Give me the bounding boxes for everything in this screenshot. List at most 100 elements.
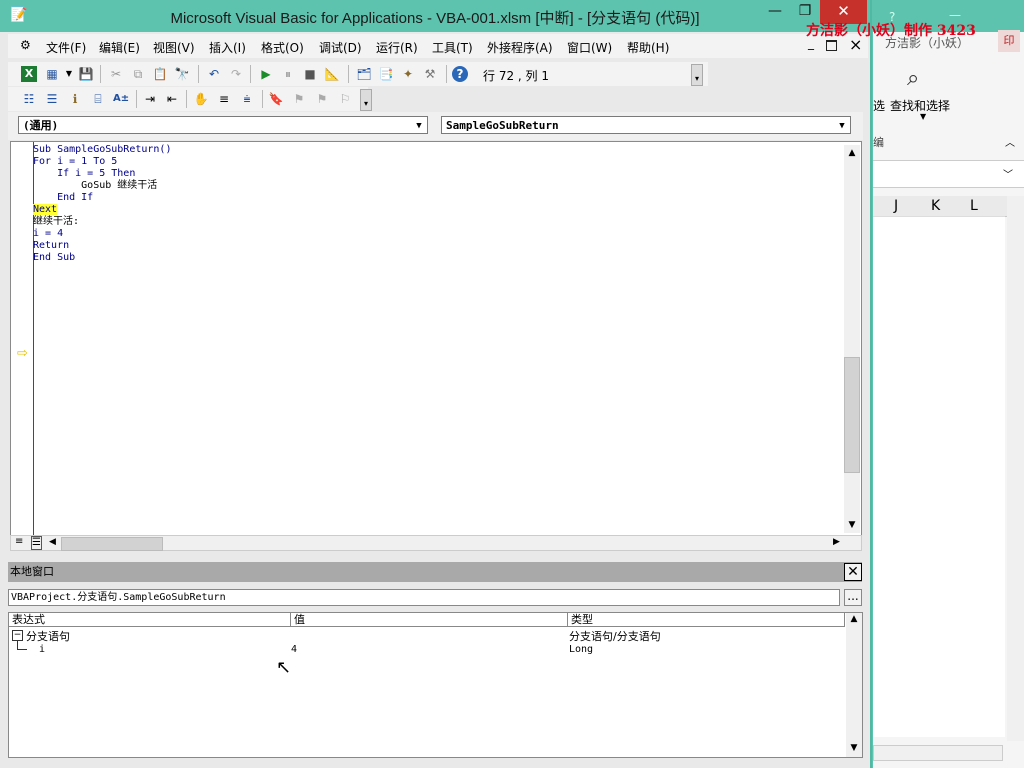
locals-row-expression[interactable]: 分支语句 xyxy=(26,628,70,644)
locals-close-button[interactable]: ✕ xyxy=(844,563,862,581)
redo-icon[interactable]: ↷ xyxy=(228,66,244,82)
previous-bookmark-icon[interactable]: ⚑ xyxy=(314,91,330,107)
paste-icon[interactable]: 📋 xyxy=(152,66,168,82)
quick-info-icon[interactable]: ℹ xyxy=(67,91,83,107)
column-j[interactable]: J xyxy=(894,198,898,214)
next-bookmark-icon[interactable]: ⚑ xyxy=(291,91,307,107)
scroll-left-arrow[interactable]: ◀ xyxy=(49,537,56,547)
excel-vertical-scrollbar[interactable] xyxy=(1007,196,1024,741)
column-header-value[interactable]: 值 xyxy=(291,613,568,627)
code-line[interactable]: GoSub 继续干活 xyxy=(33,180,171,192)
select-label-partial[interactable]: 选 xyxy=(873,97,885,114)
procedure-view-icon[interactable]: ≡ xyxy=(15,536,23,547)
locals-row-value[interactable]: 4 xyxy=(291,644,297,655)
excel-horizontal-scrollbar[interactable] xyxy=(873,745,1003,761)
menu-debug[interactable]: 调试(D) xyxy=(319,39,362,56)
user-avatar[interactable]: 印 xyxy=(998,30,1020,52)
locals-vertical-scrollbar[interactable]: ▲ ▼ xyxy=(846,613,862,757)
code-vertical-scrollbar[interactable]: ▲ ▼ xyxy=(844,145,860,533)
menu-file[interactable]: 文件(F) xyxy=(46,39,86,56)
locals-row-expression[interactable]: i xyxy=(39,644,45,655)
code-line[interactable]: If i = 5 Then xyxy=(33,168,171,180)
scroll-thumb[interactable] xyxy=(61,537,163,551)
find-icon[interactable]: 🔭 xyxy=(174,66,190,82)
toolbox-icon[interactable]: ⚒ xyxy=(422,66,438,82)
insert-userform-icon[interactable]: ▦ xyxy=(44,66,60,82)
menu-addins[interactable]: 外接程序(A) xyxy=(487,39,553,56)
help-icon[interactable]: ? xyxy=(452,66,468,82)
column-l[interactable]: L xyxy=(970,198,978,214)
window-title: Microsoft Visual Basic for Applications … xyxy=(170,10,700,27)
chevron-down-icon[interactable]: ▼ xyxy=(411,117,427,133)
uncomment-block-icon[interactable]: ⩧ xyxy=(239,91,255,107)
column-header-expression[interactable]: 表达式 xyxy=(9,613,291,627)
menu-insert[interactable]: 插入(I) xyxy=(209,39,246,56)
scroll-up-arrow[interactable]: ▲ xyxy=(846,614,862,624)
object-browser-icon[interactable]: ✦ xyxy=(400,66,416,82)
scroll-right-arrow[interactable]: ▶ xyxy=(833,537,840,547)
toolbar-overflow-handle[interactable]: ▾ xyxy=(691,64,703,86)
toolbar-overflow-handle-2[interactable]: ▾ xyxy=(360,89,372,111)
undo-icon[interactable]: ↶ xyxy=(206,66,222,82)
full-module-view-icon[interactable]: ☰ xyxy=(31,536,42,550)
call-stack-button[interactable]: ... xyxy=(844,589,862,606)
comment-block-icon[interactable]: ≡ xyxy=(216,91,232,107)
code-line[interactable]: 继续干活: xyxy=(33,216,171,228)
code-line[interactable]: Return xyxy=(33,240,171,252)
chevron-down-icon[interactable]: ▼ xyxy=(61,66,77,82)
save-icon[interactable]: 💾 xyxy=(78,66,94,82)
properties-icon[interactable]: 📑 xyxy=(378,66,394,82)
run-icon[interactable]: ▶ xyxy=(258,66,274,82)
scroll-up-arrow[interactable]: ▲ xyxy=(844,145,860,161)
code-horizontal-scrollbar[interactable]: ≡ ☰ ◀ ▶ xyxy=(10,535,862,551)
inner-restore-button[interactable] xyxy=(826,40,837,51)
column-header-type[interactable]: 类型 xyxy=(568,613,845,627)
reset-icon[interactable]: ■ xyxy=(302,66,318,82)
code-line-current[interactable]: Next xyxy=(33,204,171,216)
outdent-icon[interactable]: ⇤ xyxy=(164,91,180,107)
minimize-button[interactable]: — xyxy=(760,0,790,24)
menu-format[interactable]: 格式(O) xyxy=(261,39,304,56)
menu-help[interactable]: 帮助(H) xyxy=(627,39,669,56)
sheet-grid[interactable] xyxy=(873,216,1005,737)
object-combo[interactable]: (通用) ▼ xyxy=(18,116,428,134)
menu-edit[interactable]: 编辑(E) xyxy=(99,39,140,56)
code-line[interactable]: For i = 1 To 5 xyxy=(33,156,171,168)
column-k[interactable]: K xyxy=(931,198,940,214)
chevron-down-icon[interactable]: ﹀ xyxy=(1003,166,1013,181)
design-mode-icon[interactable]: 📐 xyxy=(324,66,340,82)
code-line[interactable]: End Sub xyxy=(33,252,171,264)
list-properties-icon[interactable]: ☷ xyxy=(21,91,37,107)
toggle-bookmark-icon[interactable]: 🔖 xyxy=(268,91,284,107)
scroll-thumb[interactable] xyxy=(844,357,860,473)
parameter-info-icon[interactable]: ⌸ xyxy=(90,91,106,107)
binoculars-icon[interactable]: ⌕ xyxy=(907,66,919,91)
menu-view[interactable]: 视图(V) xyxy=(153,39,195,56)
project-explorer-icon[interactable]: 🗂 xyxy=(356,66,372,82)
code-line[interactable]: End If xyxy=(33,192,171,204)
break-icon[interactable]: ⏸ xyxy=(280,66,296,82)
scroll-down-arrow[interactable]: ▼ xyxy=(846,743,862,753)
toggle-breakpoint-icon[interactable]: ✋ xyxy=(193,91,209,107)
excel-icon[interactable]: X xyxy=(21,66,37,82)
menu-tools[interactable]: 工具(T) xyxy=(432,39,473,56)
indent-icon[interactable]: ⇥ xyxy=(142,91,158,107)
procedure-combo[interactable]: SampleGoSubReturn ▼ xyxy=(441,116,851,134)
list-constants-icon[interactable]: ☰ xyxy=(44,91,60,107)
complete-word-icon[interactable]: A± xyxy=(113,91,129,107)
clear-bookmarks-icon[interactable]: ⚐ xyxy=(337,91,353,107)
code-line[interactable]: i = 4 xyxy=(33,228,171,240)
scroll-down-arrow[interactable]: ▼ xyxy=(844,517,860,533)
code-line[interactable]: Sub SampleGoSubReturn() xyxy=(33,144,171,156)
cut-icon[interactable]: ✂ xyxy=(108,66,124,82)
code-editor[interactable]: Sub SampleGoSubReturn() For i = 1 To 5 If… xyxy=(33,144,171,264)
chevron-down-icon[interactable]: ▼ xyxy=(834,117,850,133)
menu-window[interactable]: 窗口(W) xyxy=(567,39,612,56)
formula-bar[interactable] xyxy=(873,160,1024,188)
current-statement-highlight: Next xyxy=(33,204,58,215)
copy-icon[interactable]: ⧉ xyxy=(130,66,146,82)
menu-run[interactable]: 运行(R) xyxy=(376,39,418,56)
indicator-margin[interactable] xyxy=(11,142,34,536)
chevron-down-icon[interactable]: ▼ xyxy=(920,112,926,121)
chevron-up-icon[interactable]: ︿ xyxy=(1005,134,1015,149)
